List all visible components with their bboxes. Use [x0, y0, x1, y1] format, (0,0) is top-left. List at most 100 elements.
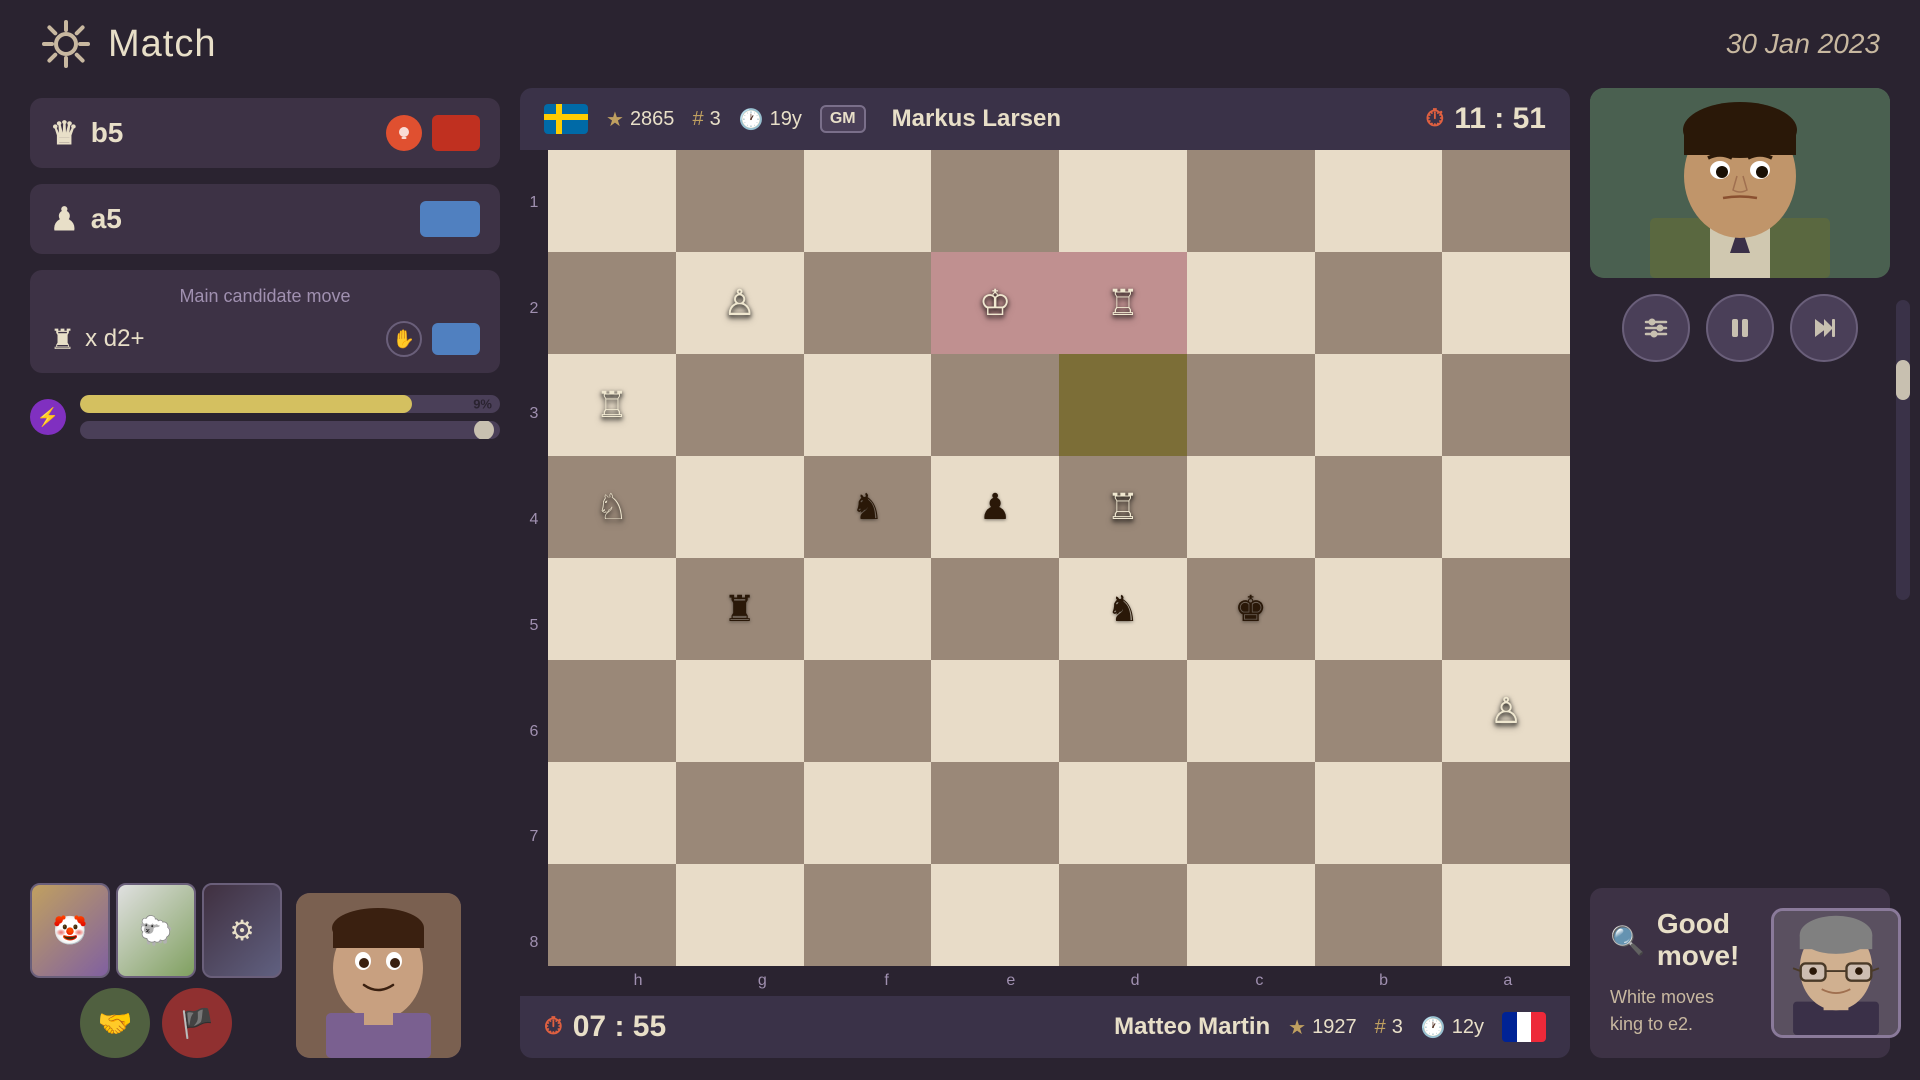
chess-piece[interactable]: ♙	[1490, 693, 1522, 729]
board-cell[interactable]	[548, 252, 676, 354]
board-cell[interactable]	[1442, 354, 1570, 456]
board-cell[interactable]	[931, 864, 1059, 966]
board-cell[interactable]	[1315, 762, 1443, 864]
board-cell[interactable]	[804, 354, 932, 456]
board-cell[interactable]: ♜	[676, 558, 804, 660]
board-cell[interactable]	[931, 150, 1059, 252]
board-cell[interactable]	[548, 150, 676, 252]
board-cell[interactable]	[1187, 354, 1315, 456]
board-cell[interactable]	[1059, 354, 1187, 456]
board-cell[interactable]	[1315, 252, 1443, 354]
board-cell[interactable]	[676, 354, 804, 456]
board-cell[interactable]	[804, 150, 932, 252]
board-cell[interactable]	[1315, 558, 1443, 660]
board-cell[interactable]	[676, 762, 804, 864]
board-cell[interactable]	[1442, 252, 1570, 354]
chess-piece[interactable]: ♘	[596, 489, 628, 525]
board-cell[interactable]	[1187, 150, 1315, 252]
move-card-2: ♟ a5	[30, 184, 500, 254]
chess-piece[interactable]: ♖	[596, 387, 628, 423]
chess-piece[interactable]: ♜	[723, 591, 755, 627]
flag-white	[1517, 1012, 1532, 1042]
board-cell[interactable]	[804, 762, 932, 864]
board-cell[interactable]	[548, 660, 676, 762]
chess-piece[interactable]: ♚	[1234, 591, 1266, 627]
board-cell[interactable]	[1059, 864, 1187, 966]
board-cell[interactable]	[804, 252, 932, 354]
top-player-flag	[544, 104, 588, 134]
chess-piece[interactable]: ♟	[979, 489, 1011, 525]
board-cell[interactable]	[1315, 150, 1443, 252]
board-cell[interactable]	[1059, 150, 1187, 252]
board-cell[interactable]	[1315, 864, 1443, 966]
board-cell[interactable]	[1442, 456, 1570, 558]
board-cell[interactable]	[1442, 558, 1570, 660]
progress-bar-1: 9%	[80, 395, 500, 413]
chess-piece[interactable]: ♖	[1107, 285, 1139, 321]
gear-icon[interactable]	[40, 18, 92, 70]
board-cell[interactable]: ♙	[676, 252, 804, 354]
gm-badge: GM	[820, 105, 866, 133]
board-cell[interactable]: ♞	[1059, 558, 1187, 660]
board-cell[interactable]	[1187, 660, 1315, 762]
main-content: ♛ b5 ♟ a5	[0, 88, 1920, 1078]
settings-ctrl-button[interactable]	[1622, 294, 1690, 362]
move2-blue-btn[interactable]	[420, 201, 480, 237]
move1-orange-btn[interactable]	[386, 115, 422, 151]
board-cell[interactable]	[676, 150, 804, 252]
move1-controls	[386, 115, 480, 151]
board-cell[interactable]: ♙	[1442, 660, 1570, 762]
board-cell[interactable]	[931, 660, 1059, 762]
board-cell[interactable]: ♘	[548, 456, 676, 558]
board-cell[interactable]	[1187, 762, 1315, 864]
chess-piece[interactable]: ♔	[979, 285, 1011, 321]
board-cell[interactable]	[1442, 762, 1570, 864]
chess-piece[interactable]: ♞	[851, 489, 883, 525]
board-cell[interactable]	[1187, 864, 1315, 966]
board-cell[interactable]	[548, 864, 676, 966]
board-cell[interactable]	[804, 558, 932, 660]
board-cell[interactable]	[676, 660, 804, 762]
board-cell[interactable]: ♚	[1187, 558, 1315, 660]
board-cell[interactable]: ♖	[548, 354, 676, 456]
move1-red-btn[interactable]	[432, 115, 480, 151]
board-cell[interactable]	[1059, 660, 1187, 762]
board-cell[interactable]: ♖	[1059, 252, 1187, 354]
resign-button[interactable]: 🏴	[162, 988, 232, 1058]
board-cell[interactable]: ♟	[931, 456, 1059, 558]
board-cell[interactable]	[676, 864, 804, 966]
board-cell[interactable]	[1442, 150, 1570, 252]
board-cell[interactable]: ♔	[931, 252, 1059, 354]
board-cell[interactable]	[1187, 252, 1315, 354]
board-cell[interactable]	[804, 660, 932, 762]
board-cell[interactable]	[804, 864, 932, 966]
board-cell[interactable]	[548, 762, 676, 864]
board-cell[interactable]	[1059, 762, 1187, 864]
board-cell[interactable]	[1315, 660, 1443, 762]
pause-button[interactable]	[1706, 294, 1774, 362]
board-cell[interactable]	[931, 762, 1059, 864]
board-cell[interactable]	[1187, 456, 1315, 558]
skip-button[interactable]	[1790, 294, 1858, 362]
chess-piece[interactable]: ♞	[1107, 591, 1139, 627]
board-cell[interactable]	[931, 354, 1059, 456]
board-cell[interactable]	[1315, 354, 1443, 456]
chess-piece[interactable]: ♙	[723, 285, 755, 321]
board-cell[interactable]	[931, 558, 1059, 660]
board-cell[interactable]	[676, 456, 804, 558]
board-cell[interactable]	[1315, 456, 1443, 558]
candidate-controls: ✋	[386, 321, 480, 357]
avatar-card-1[interactable]: 🤡	[30, 883, 110, 978]
avatar-card-3[interactable]: ⚙	[202, 883, 282, 978]
avatar-card-2[interactable]: 🐑	[116, 883, 196, 978]
handshake-button[interactable]: 🤝	[80, 988, 150, 1058]
board-cell[interactable]: ♞	[804, 456, 932, 558]
board-cell[interactable]	[1442, 864, 1570, 966]
candidate-hand-btn[interactable]: ✋	[386, 321, 422, 357]
chess-board[interactable]: ♙ ♔ ♖ ♖ ♘ ♞ ♟ ♖ ♜ ♞ ♚ ♙	[548, 150, 1570, 966]
board-cell[interactable]: ♖	[1059, 456, 1187, 558]
scrollbar-thumb[interactable]	[1896, 360, 1910, 400]
board-cell[interactable]	[548, 558, 676, 660]
candidate-blue-btn[interactable]	[432, 323, 480, 355]
chess-piece[interactable]: ♖	[1107, 489, 1139, 525]
